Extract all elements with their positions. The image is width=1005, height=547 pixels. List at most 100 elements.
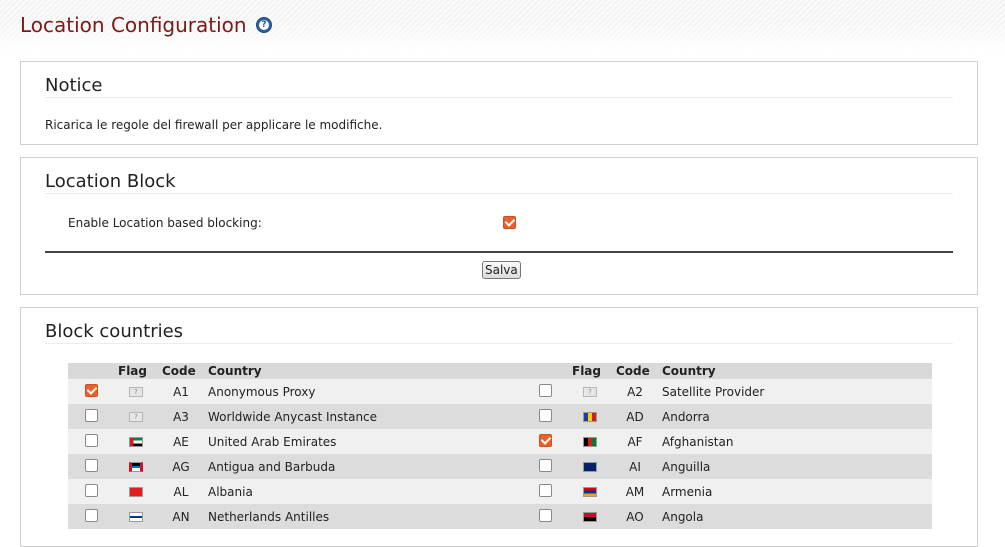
- country-name: Anguilla: [662, 459, 711, 474]
- block-countries-title: Block countries: [45, 321, 184, 342]
- country-code: AN: [172, 509, 190, 524]
- table-row: ? A1 Anonymous Proxy? A2 Satellite Provider: [68, 379, 932, 404]
- country-checkbox-cell: [522, 379, 568, 404]
- flag-cell: [114, 479, 158, 504]
- column-code: Code: [616, 364, 650, 378]
- flag-cell: [114, 504, 158, 529]
- country-code: AL: [173, 484, 189, 499]
- help-icon[interactable]: ?: [256, 17, 272, 33]
- country-checkbox[interactable]: [538, 433, 552, 447]
- antigua-flag-icon: [129, 462, 143, 472]
- unknown-flag-icon: ?: [583, 387, 597, 397]
- country-checkbox-cell: [522, 479, 568, 504]
- country-checkbox[interactable]: [84, 483, 98, 497]
- notice-title: Notice: [45, 75, 103, 96]
- divider: [45, 97, 953, 98]
- country-code: A1: [173, 384, 189, 399]
- country-checkbox-cell: [522, 429, 568, 454]
- country-code: AE: [173, 434, 189, 449]
- flag-cell: [568, 429, 612, 454]
- unknown-flag-icon: ?: [129, 412, 143, 422]
- netherlands-antilles-flag-icon: [129, 512, 143, 522]
- country-code: AG: [172, 459, 190, 474]
- country-checkbox[interactable]: [84, 383, 98, 397]
- enable-location-label: Enable Location based blocking:: [68, 216, 262, 230]
- country-checkbox[interactable]: [538, 408, 552, 422]
- country-checkbox-cell: [522, 454, 568, 479]
- divider: [45, 343, 953, 344]
- table-row: AN Netherlands Antilles AO Angola: [68, 504, 932, 529]
- separator: [45, 251, 953, 253]
- country-name: Andorra: [662, 409, 710, 424]
- table-row: AG Antigua and Barbuda AI Anguilla: [68, 454, 932, 479]
- country-checkbox[interactable]: [84, 458, 98, 472]
- country-name: Armenia: [662, 484, 713, 499]
- column-code: Code: [162, 364, 196, 378]
- country-checkbox-cell: [522, 404, 568, 429]
- country-checkbox-cell: [68, 504, 114, 529]
- andorra-flag-icon: [583, 412, 597, 422]
- country-name: Afghanistan: [662, 434, 734, 449]
- location-block-title: Location Block: [45, 171, 176, 192]
- country-checkbox[interactable]: [538, 508, 552, 522]
- uae-flag-icon: [129, 437, 143, 447]
- country-name: Anonymous Proxy: [208, 384, 316, 399]
- country-name: Antigua and Barbuda: [208, 459, 336, 474]
- country-code: AD: [626, 409, 644, 424]
- flag-cell: [568, 454, 612, 479]
- country-checkbox[interactable]: [538, 483, 552, 497]
- notice-text: Ricarica le regole del firewall per appl…: [45, 118, 383, 132]
- country-name: Albania: [208, 484, 253, 499]
- country-code: A2: [627, 384, 643, 399]
- anguilla-flag-icon: [583, 462, 597, 472]
- country-checkbox[interactable]: [84, 508, 98, 522]
- country-code: A3: [173, 409, 189, 424]
- country-name: United Arab Emirates: [208, 434, 337, 449]
- country-code: AF: [627, 434, 643, 449]
- flag-cell: [114, 454, 158, 479]
- country-checkbox-cell: [68, 429, 114, 454]
- column-country: Country: [662, 364, 716, 378]
- flag-cell: [568, 479, 612, 504]
- page-title: Location Configuration: [20, 13, 247, 37]
- country-code: AO: [626, 509, 644, 524]
- flag-cell: [568, 504, 612, 529]
- country-checkbox[interactable]: [538, 458, 552, 472]
- flag-cell: [114, 429, 158, 454]
- albania-flag-icon: [129, 487, 143, 497]
- flag-cell: ?: [114, 379, 158, 404]
- country-checkbox-cell: [522, 504, 568, 529]
- country-checkbox[interactable]: [538, 383, 552, 397]
- column-flag: Flag: [118, 364, 147, 378]
- column-country: Country: [208, 364, 262, 378]
- column-flag: Flag: [572, 364, 601, 378]
- flag-cell: ?: [114, 404, 158, 429]
- location-block-panel: Location Block Enable Location based blo…: [20, 157, 978, 295]
- divider: [45, 193, 953, 194]
- flag-cell: ?: [568, 379, 612, 404]
- notice-panel: Notice Ricarica le regole del firewall p…: [20, 61, 978, 145]
- angola-flag-icon: [583, 512, 597, 522]
- countries-table: Flag Code Country Flag Code Country ? A1 A…: [68, 363, 932, 529]
- country-code: AM: [625, 484, 645, 499]
- table-row: AL Albania AM Armenia: [68, 479, 932, 504]
- table-row: ? A3 Worldwide Anycast Instance AD Andorra: [68, 404, 932, 429]
- table-header-row: Flag Code Country Flag Code Country: [68, 363, 932, 379]
- country-checkbox-cell: [68, 379, 114, 404]
- armenia-flag-icon: [583, 487, 597, 497]
- unknown-flag-icon: ?: [129, 387, 143, 397]
- save-button[interactable]: Salva: [482, 261, 521, 279]
- country-name: Angola: [662, 509, 704, 524]
- country-checkbox[interactable]: [84, 433, 98, 447]
- enable-location-checkbox[interactable]: [503, 216, 516, 229]
- column-select: [522, 363, 568, 379]
- country-checkbox[interactable]: [84, 408, 98, 422]
- block-countries-panel: Block countries Flag Code Country Flag C…: [20, 307, 978, 547]
- table-row: AE United Arab Emirates AF Afghanistan: [68, 429, 932, 454]
- afghanistan-flag-icon: [583, 437, 597, 447]
- country-name: Satellite Provider: [662, 384, 765, 399]
- country-code: AI: [629, 459, 641, 474]
- flag-cell: [568, 404, 612, 429]
- column-select: [68, 363, 114, 379]
- country-checkbox-cell: [68, 479, 114, 504]
